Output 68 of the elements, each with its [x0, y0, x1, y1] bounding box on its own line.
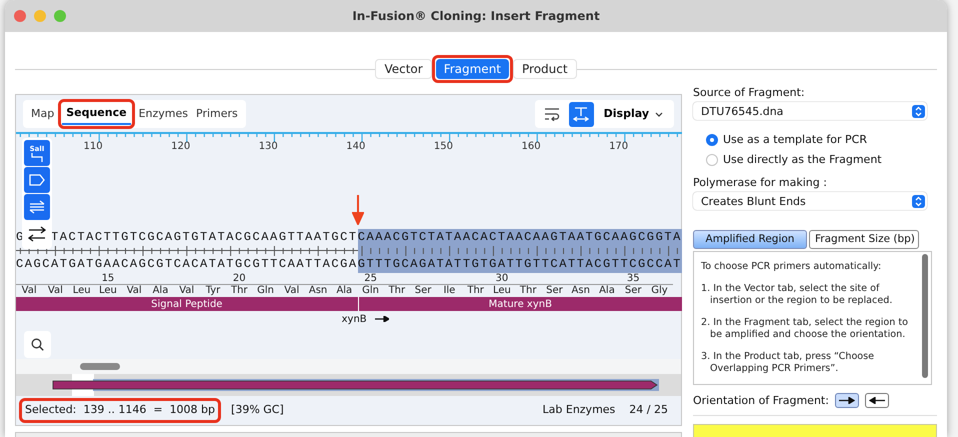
- view-tab[interactable]: Primers: [192, 103, 242, 125]
- wrap-lines-icon: [544, 107, 560, 121]
- close-button[interactable]: [14, 10, 26, 22]
- search-icon: [31, 338, 44, 351]
- polymerase-label: Polymerase for making :: [693, 176, 828, 189]
- ruler-number: 150: [434, 141, 454, 153]
- radio-button[interactable]: [706, 154, 718, 166]
- primer-arrows-icon: [29, 200, 45, 214]
- toolbar-button[interactable]: [568, 102, 594, 126]
- orientation-label: Orientation of Fragment:: [693, 394, 829, 407]
- stepper-icon: [912, 194, 925, 208]
- gc-content: [39% GC]: [231, 402, 284, 418]
- source-label: Source of Fragment:: [693, 86, 806, 99]
- sequence-text: CAGCATGATGAACAGCGTCACATATGCGTTCAATTACGA: [16, 256, 358, 273]
- selected-sequence[interactable]: GTTTGCAGATATTGTGATTGTTCATTACGTTCGCCAT: [358, 256, 682, 273]
- left-arrow-icon: [868, 397, 885, 404]
- source-select[interactable]: DTU76545.dna: [693, 102, 927, 120]
- feature-bar[interactable]: Mature xynB: [358, 297, 682, 311]
- main-tab[interactable]: Fragment: [436, 59, 510, 79]
- residue-number: 15: [102, 273, 114, 284]
- sequence-text: TACTACTTGTCGCAGTGTATACGCAAGTTAATGCT: [51, 229, 358, 246]
- instruction-text: 2. In the Fragment tab, select the region to be amplified and choose the orientation.: [701, 317, 910, 341]
- right-arrow-icon: [374, 316, 389, 322]
- scroll-thumb[interactable]: [80, 363, 120, 370]
- ruler-number: 140: [346, 141, 366, 153]
- instruction-text: 3. In the Product tab, press “Choose Overlapping PCR Primers”.: [701, 351, 876, 375]
- enzyme-set-label: Lab Enzymes: [542, 402, 616, 418]
- main-tab[interactable]: Vector: [375, 59, 432, 79]
- ruler-number: 120: [171, 141, 192, 153]
- chevron-down-icon: [655, 112, 663, 116]
- gene-label: xynB: [342, 312, 367, 326]
- cut-site-icon: [30, 152, 44, 162]
- feature-arrow-icon: [29, 174, 45, 186]
- orientation-button[interactable]: [864, 393, 889, 408]
- search-button[interactable]: [24, 331, 51, 358]
- down-arrow-icon: [352, 195, 364, 225]
- main-tab[interactable]: Product: [513, 59, 577, 79]
- ruler-number: 130: [258, 141, 279, 153]
- enzyme-count: 24 / 25: [629, 402, 668, 418]
- view-tab[interactable]: Enzymes: [134, 103, 192, 125]
- residue-number: 35: [626, 273, 640, 284]
- residue-number: 20: [232, 273, 246, 284]
- view-tab[interactable]: Sequence: [62, 103, 131, 125]
- selection-status: Selected: 139 .. 1146 = 1008 bp: [24, 402, 216, 418]
- instruction-text: To choose PCR primers automatically:: [701, 261, 882, 273]
- window-title: In-Fusion® Cloning: Insert Fragment: [352, 8, 600, 25]
- radio-button[interactable]: [706, 134, 718, 146]
- text-width-icon: [573, 106, 590, 122]
- instruction-text: 1. In the Vector tab, select the site of insertion or the region to be replaced.: [701, 283, 894, 307]
- right-arrow-icon: [838, 397, 855, 404]
- radio-option[interactable]: Use as a template for PCR: [706, 133, 937, 146]
- polymerase-select[interactable]: Creates Blunt Ends: [693, 192, 927, 210]
- swap-arrows-icon: [28, 226, 46, 242]
- stepper-icon: [912, 104, 925, 118]
- scrollbar-thumb[interactable]: [922, 254, 928, 378]
- ruler-number: 160: [521, 141, 542, 153]
- view-tab[interactable]: Map: [27, 103, 58, 125]
- display-menu-button[interactable]: Display: [598, 102, 669, 126]
- residue-number: 25: [364, 273, 377, 284]
- info-tab[interactable]: Fragment Size (bp): [809, 230, 919, 249]
- ruler-number: 170: [609, 141, 630, 153]
- selected-sequence[interactable]: CAAACGTCTATAACACTAACAAGTAATGCAAGCGGTA: [358, 229, 682, 246]
- feature-bar[interactable]: Signal Peptide: [16, 297, 358, 311]
- info-tab[interactable]: Amplified Region: [693, 230, 807, 249]
- orientation-button[interactable]: [834, 393, 859, 408]
- radio-option[interactable]: Use directly as the Fragment: [706, 153, 937, 166]
- residue-number: 30: [496, 273, 508, 284]
- ruler-number: 110: [84, 141, 104, 153]
